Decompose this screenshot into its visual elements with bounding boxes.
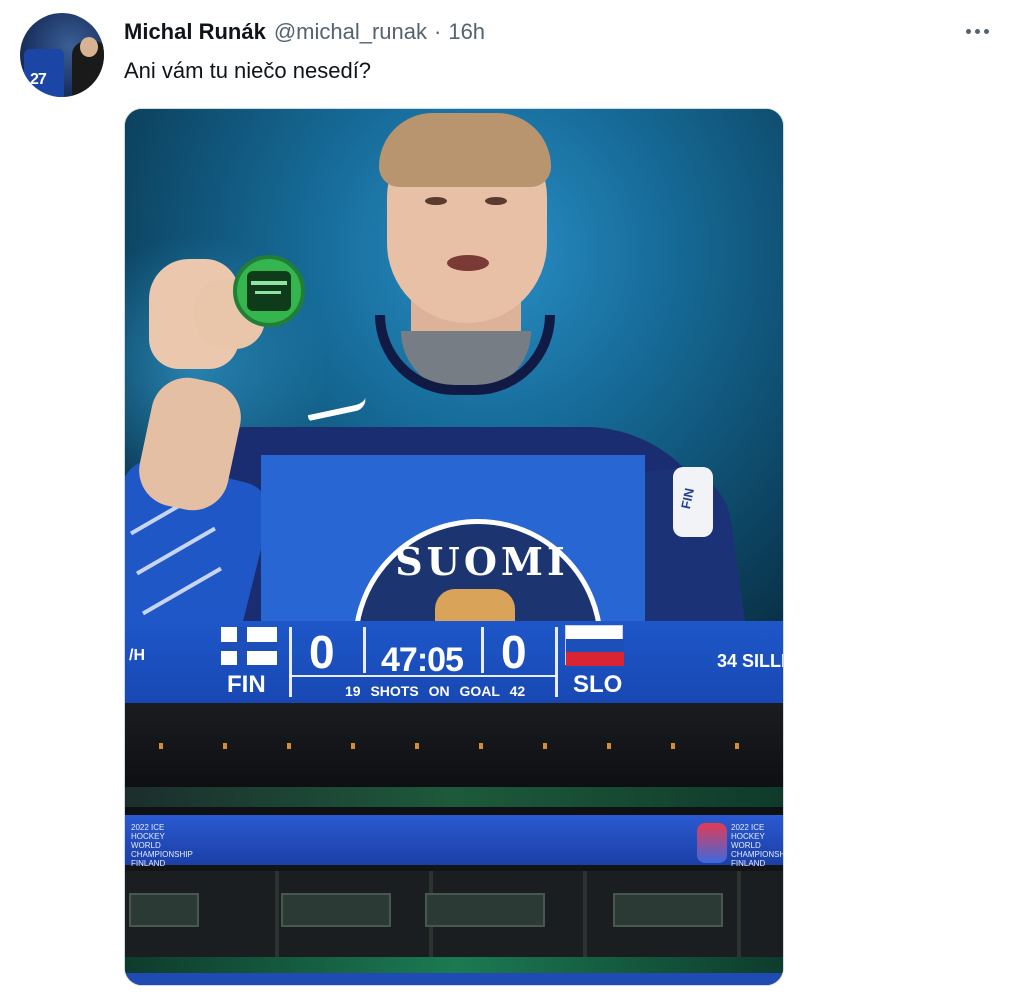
championship-text-left: 2022 ICE HOCKEY WORLD CHAMPIONSHIP FINLA… bbox=[131, 823, 193, 868]
scoreboard-right-fragment: 34 SILLI bbox=[717, 651, 784, 671]
tweet-photo[interactable]: FIN SUOMI /H FIN 0 47:05 0 19 SHOTS ON G… bbox=[124, 108, 784, 986]
avatar[interactable]: 27 bbox=[20, 13, 104, 97]
slovenia-flag bbox=[565, 625, 624, 666]
author-name[interactable]: Michal Runák bbox=[124, 19, 266, 45]
home-team: FIN bbox=[227, 671, 266, 698]
away-score: 0 bbox=[501, 626, 527, 678]
separator-dot: · bbox=[434, 19, 442, 44]
arena-bottom-board bbox=[125, 973, 783, 985]
jersey-text: SUOMI bbox=[395, 539, 569, 584]
more-horizontal-icon[interactable] bbox=[958, 16, 996, 46]
shots-label: SHOTS ON GOAL bbox=[370, 683, 500, 699]
tweet-header: Michal Runák @michal_runak · 16h bbox=[124, 18, 485, 46]
tweet-text: Ani vám tu niečo nesedí? bbox=[124, 58, 372, 83]
avatar-head bbox=[80, 37, 98, 57]
hockey-puck bbox=[233, 255, 305, 327]
scoreboard: /H FIN 0 47:05 0 19 SHOTS ON GOAL 42 SLO… bbox=[125, 621, 784, 703]
led-ribbon bbox=[125, 787, 783, 807]
finland-flag bbox=[221, 627, 277, 665]
shots-on-goal: 19 SHOTS ON GOAL 42 bbox=[345, 683, 525, 699]
scoreboard-left-fragment: /H bbox=[129, 647, 145, 664]
championship-logo bbox=[697, 823, 727, 863]
tweet[interactable]: 27 Michal Runák @michal_runak · 16h Ani … bbox=[0, 0, 1024, 999]
sleeve-patch: FIN bbox=[673, 467, 713, 537]
timestamp[interactable]: 16h bbox=[448, 19, 485, 45]
away-shots: 42 bbox=[509, 683, 526, 699]
player-hair bbox=[379, 113, 551, 187]
arena-background: 2022 ICE HOCKEY WORLD CHAMPIONSHIP FINLA… bbox=[125, 703, 783, 985]
avatar-jersey-number: 27 bbox=[30, 71, 47, 88]
arena-lights bbox=[125, 743, 783, 749]
sleeve-patch-text: FIN bbox=[677, 486, 697, 511]
home-shots: 19 bbox=[345, 683, 361, 699]
jumbotron-screen: FIN SUOMI bbox=[125, 109, 783, 689]
championship-text-right: 2022 ICE HOCKEY WORLD CHAMPIONSHIP FINLA… bbox=[731, 823, 783, 868]
author-handle[interactable]: @michal_runak bbox=[274, 19, 427, 45]
lion-emblem bbox=[435, 589, 515, 623]
arena-rail bbox=[125, 957, 783, 973]
championship-banner bbox=[125, 815, 783, 865]
home-score: 0 bbox=[309, 626, 335, 678]
away-team: SLO bbox=[573, 671, 623, 698]
